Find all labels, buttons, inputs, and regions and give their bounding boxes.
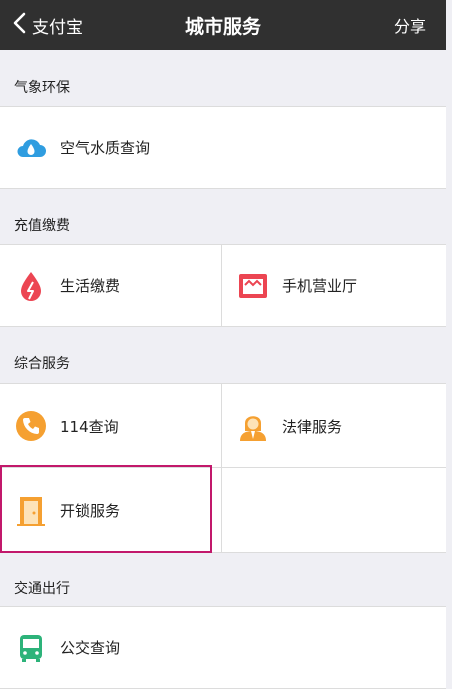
section-title-transport: 交通出行 <box>14 581 70 597</box>
empty-cell <box>221 468 446 553</box>
service-item-114[interactable]: 114查询 <box>0 384 221 468</box>
water-drop-icon <box>14 269 48 303</box>
bus-icon <box>14 631 48 665</box>
navbar: 支付宝 城市服务 分享 <box>0 0 446 50</box>
service-item-air-water[interactable]: 空气水质查询 <box>0 107 446 188</box>
service-item-bus[interactable]: 公交查询 <box>0 607 446 688</box>
service-item-locksmith[interactable]: 开锁服务 <box>0 468 221 553</box>
section-title-general: 综合服务 <box>14 356 70 372</box>
cloud-water-icon <box>14 131 48 165</box>
service-label: 法律服务 <box>282 417 343 436</box>
section-title-payment: 充值缴费 <box>14 218 70 234</box>
back-label: 支付宝 <box>32 17 83 38</box>
service-grid: 114查询 法律服务 开锁服务 <box>0 383 446 553</box>
service-item-mobile-hall[interactable]: 手机营业厅 <box>221 245 446 326</box>
service-label: 生活缴费 <box>60 277 121 295</box>
share-button[interactable]: 分享 <box>394 0 426 50</box>
service-label: 空气水质查询 <box>60 139 151 157</box>
door-icon <box>14 494 48 528</box>
service-label: 公交查询 <box>60 639 121 657</box>
service-label: 开锁服务 <box>60 502 121 520</box>
back-button[interactable]: 支付宝 <box>12 0 83 50</box>
service-row: 生活缴费 手机营业厅 <box>0 244 446 327</box>
service-item-legal[interactable]: 法律服务 <box>221 384 446 468</box>
chevron-left-icon <box>12 12 26 38</box>
store-icon <box>236 269 270 303</box>
service-item-utility-payment[interactable]: 生活缴费 <box>0 245 221 326</box>
page-edge <box>446 0 452 685</box>
service-label: 手机营业厅 <box>282 277 358 295</box>
service-label: 114查询 <box>60 417 119 436</box>
service-row: 公交查询 <box>0 606 446 689</box>
section-title-weather: 气象环保 <box>14 80 70 96</box>
phone-icon <box>14 409 48 443</box>
service-row: 空气水质查询 <box>0 106 446 189</box>
lawyer-icon <box>236 409 270 443</box>
